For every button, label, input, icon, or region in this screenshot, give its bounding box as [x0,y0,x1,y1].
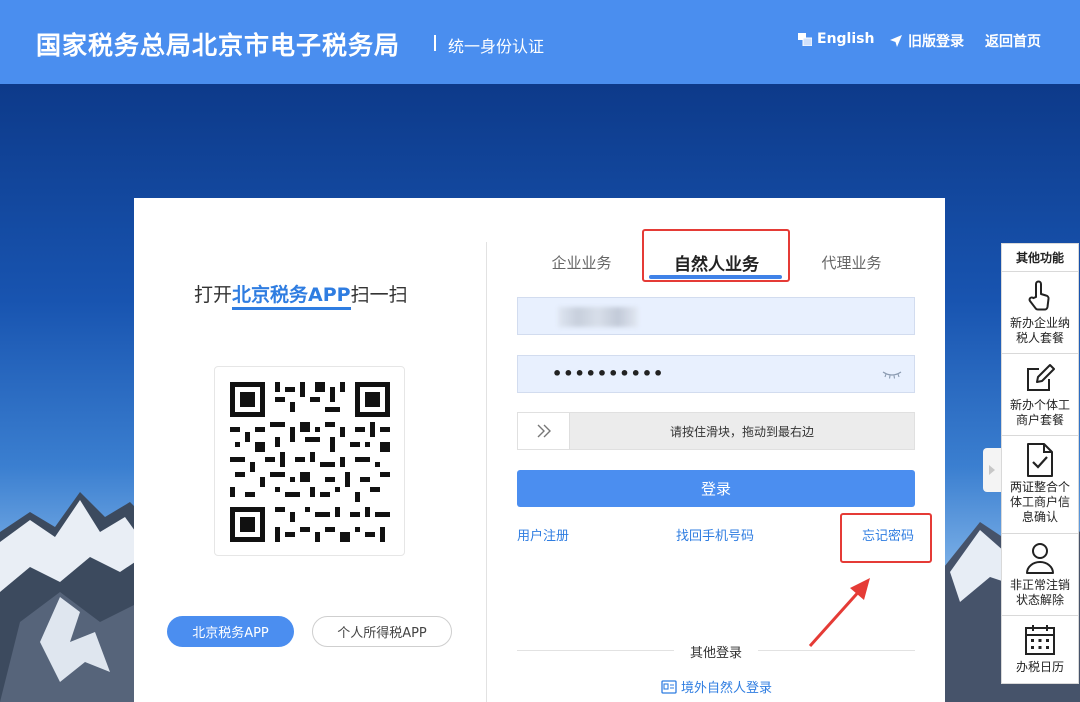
side-item-new-individual-business[interactable]: 新办个体工商户套餐 [1001,354,1079,436]
slider-handle[interactable] [518,413,570,449]
annotation-arrow [808,578,870,648]
side-item-abnormal-cancel[interactable]: 非正常注销状态解除 [1001,534,1079,616]
old-login-link[interactable]: 旧版登录 [889,31,964,51]
side-item-new-enterprise[interactable]: 新办企业纳税人套餐 [1001,272,1079,354]
send-icon [890,35,902,47]
personal-income-tax-app-button[interactable]: 个人所得税APP [312,616,452,647]
site-title: 国家税务总局北京市电子税务局 [36,31,401,60]
old-login-label: 旧版登录 [908,34,964,50]
card-divider [486,242,487,702]
side-panel-title: 其他功能 [1001,243,1079,272]
user-icon [1026,543,1054,574]
home-link[interactable]: 返回首页 [985,31,1041,51]
side-item-tax-calendar[interactable]: 办税日历 [1001,616,1079,684]
side-item-label: 两证整合个体工商户信息确认 [1009,480,1070,524]
password-input[interactable]: •••••••••• [517,355,915,393]
calendar-icon [1025,625,1055,655]
username-redacted [558,307,638,327]
other-login-label: 其他登录 [674,642,758,661]
language-icon [798,32,812,46]
edit-icon [1027,364,1055,391]
scan-instruction: 打开北京税务APP扫一扫 [194,280,408,310]
slider-hint: 请按住滑块，拖动到最右边 [669,424,814,439]
english-link[interactable]: English [798,31,874,47]
other-functions-panel: 其他功能 新办企业纳税人套餐 新办个体工商户套餐 两证整合个体工商户信息确认 非… [1001,243,1079,702]
double-chevron-right-icon [537,424,551,438]
username-input[interactable] [517,297,915,335]
id-card-icon [661,679,677,694]
beijing-tax-app-button[interactable]: 北京税务APP [167,616,294,647]
eye-closed-icon[interactable] [882,370,902,379]
title-separator [434,35,436,51]
side-item-label: 非正常注销状态解除 [1009,578,1070,607]
side-panel-toggle[interactable] [983,448,1001,492]
site-subtitle: 统一身份认证 [448,37,545,56]
tab-agent[interactable]: 代理业务 [804,242,899,282]
top-header: 国家税务总局北京市电子税务局 统一身份认证 English 旧版登录 返回首页 [0,0,1080,84]
scan-prefix: 打开 [194,284,233,306]
register-link[interactable]: 用户注册 [517,525,569,544]
tab-enterprise[interactable]: 企业业务 [534,242,629,282]
slider-captcha: 请按住滑块，拖动到最右边 [517,412,915,450]
forgot-password-highlight-box [840,513,932,563]
side-item-label: 新办企业纳税人套餐 [1009,316,1070,345]
side-item-label: 新办个体工商户套餐 [1009,398,1070,427]
document-check-icon [1027,443,1053,477]
english-label: English [817,31,875,47]
recover-phone-link[interactable]: 找回手机号码 [676,525,754,544]
password-mask: •••••••••• [552,364,665,383]
home-label: 返回首页 [985,34,1041,50]
tab-highlight-box [642,229,790,282]
scan-app-name: 北京税务APP [232,284,351,310]
qr-code [225,377,395,547]
overseas-login-link[interactable]: 境外自然人登录 [661,677,772,696]
overseas-login-label: 境外自然人登录 [681,681,773,696]
login-button[interactable]: 登录 [517,470,915,507]
caret-right-icon [989,465,995,475]
side-item-two-cert-confirm[interactable]: 两证整合个体工商户信息确认 [1001,436,1079,534]
hand-pointer-icon [1028,280,1050,311]
side-item-label: 办税日历 [1015,660,1064,674]
scan-suffix: 扫一扫 [350,284,408,306]
qr-code-box [214,366,405,556]
